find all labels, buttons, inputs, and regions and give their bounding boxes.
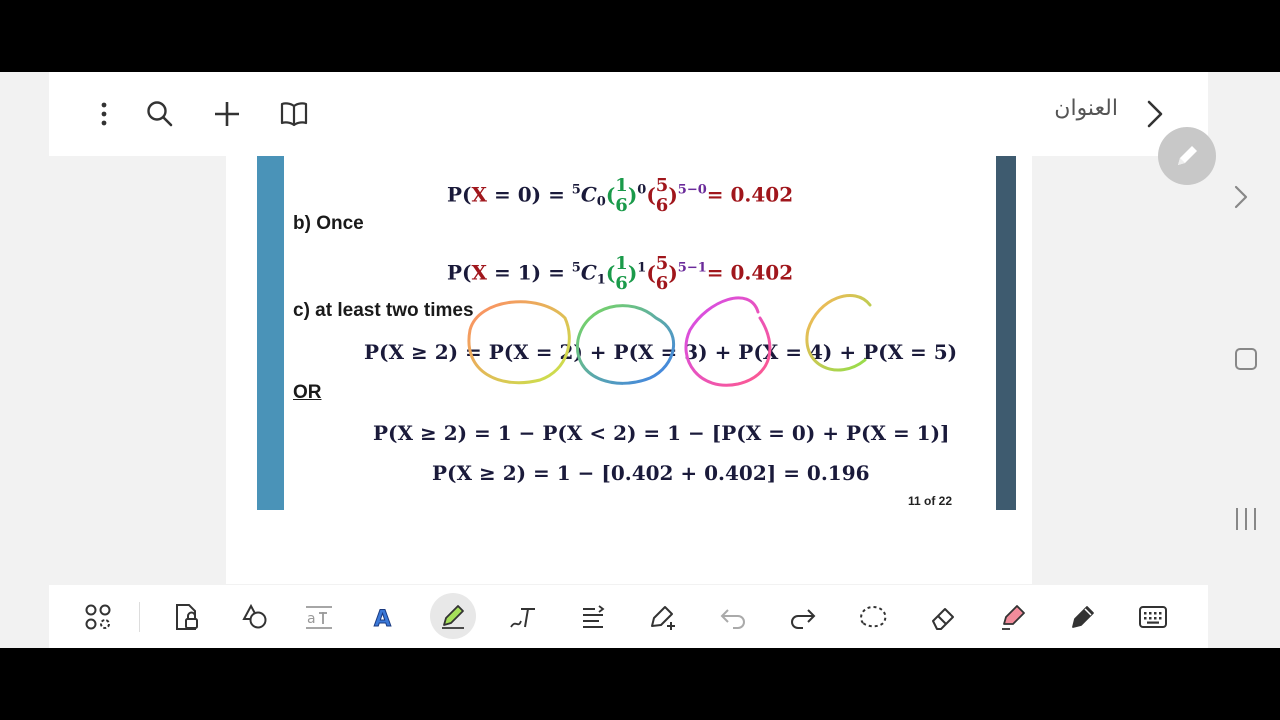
eraser-icon[interactable] <box>927 601 959 633</box>
edit-fab-button[interactable] <box>1158 127 1216 185</box>
text-style-icon[interactable]: A <box>367 601 399 633</box>
ink-circle-3 <box>684 296 772 387</box>
pen-icon[interactable] <box>1067 601 1099 633</box>
drawing-toolbar: a A <box>49 585 1208 648</box>
highlighter-icon[interactable] <box>430 593 476 639</box>
ink-circle-1 <box>467 300 571 385</box>
text-size-icon[interactable]: a <box>303 601 335 633</box>
undo-icon[interactable] <box>717 601 749 633</box>
home-square-icon[interactable] <box>1234 347 1258 375</box>
ink-circle-2 <box>575 304 675 385</box>
lasso-pen-icon[interactable] <box>647 601 679 633</box>
svg-text:a: a <box>307 611 316 627</box>
recent-apps-icon[interactable] <box>1234 506 1258 536</box>
lasso-select-icon[interactable] <box>857 601 889 633</box>
redo-icon[interactable] <box>787 601 819 633</box>
keyboard-icon[interactable] <box>1137 601 1169 633</box>
handwriting-icon[interactable] <box>507 601 539 633</box>
pencil-icon <box>1178 146 1197 165</box>
chevron-right-icon[interactable] <box>1233 184 1249 214</box>
align-icon[interactable] <box>577 601 609 633</box>
toolbar-divider <box>139 602 140 632</box>
svg-text:A: A <box>374 607 391 631</box>
lock-page-icon[interactable] <box>171 601 203 633</box>
ink-circle-4 <box>805 294 872 372</box>
shapes-icon[interactable] <box>239 601 271 633</box>
marker-icon[interactable] <box>997 601 1029 633</box>
apps-icon[interactable] <box>82 601 114 633</box>
system-nav-rail <box>1208 72 1280 648</box>
